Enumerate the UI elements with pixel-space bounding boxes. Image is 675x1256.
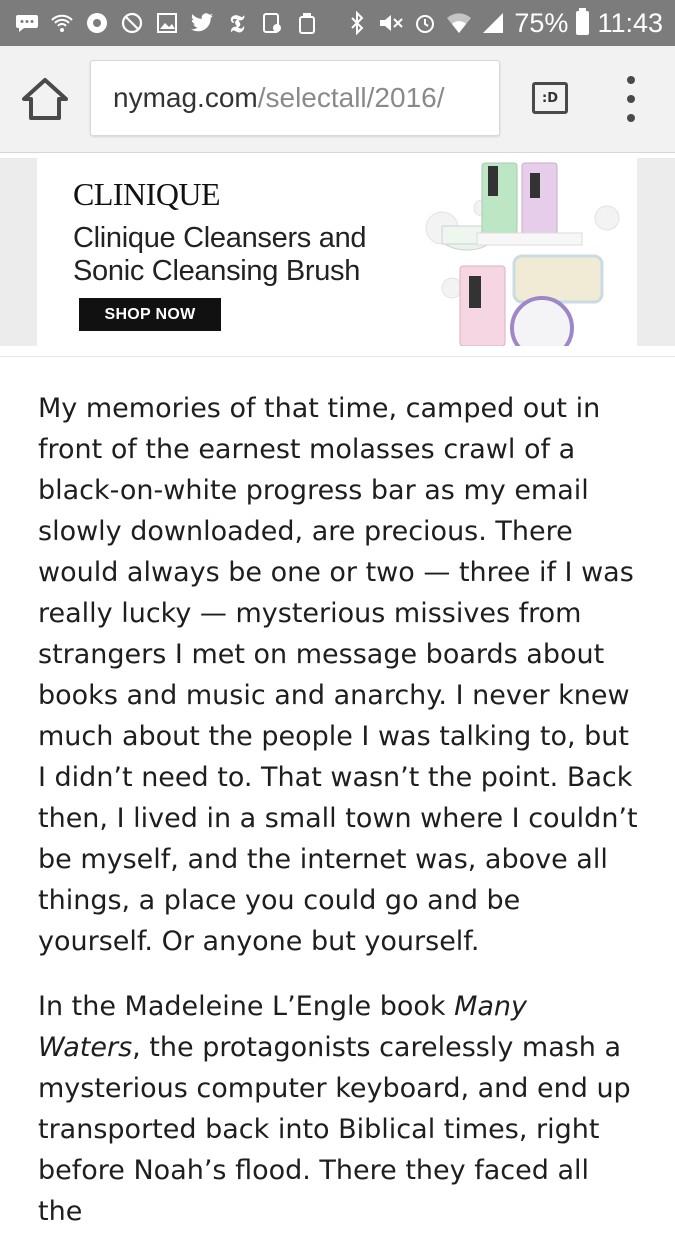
ad-banner[interactable]: CLINIQUE Clinique Cleansers and Sonic Cl… — [37, 158, 637, 346]
nytimes-icon: 𝕿 — [229, 8, 245, 38]
clock: 11:43 — [597, 7, 663, 38]
ad-banner-container: CLINIQUE Clinique Cleansers and Sonic Cl… — [0, 158, 675, 346]
battery-icon — [576, 8, 590, 35]
article-paragraph: My memories of that time, camped out in … — [38, 393, 638, 957]
alarm-icon — [412, 10, 438, 36]
wifi-calling-icon — [49, 10, 75, 36]
screenshot-icon — [259, 10, 285, 36]
battery-percent: 75% — [514, 7, 569, 38]
recycle-icon — [294, 10, 320, 36]
mute-icon — [378, 10, 404, 36]
settings-icon — [84, 10, 110, 36]
paragraph-text: In the Madeleine L’Engle book — [38, 991, 455, 1022]
overflow-menu-button[interactable] — [620, 76, 642, 122]
ad-brand-logo: CLINIQUE — [73, 176, 221, 212]
ad-headline-line2: Sonic Cleansing Brush — [73, 255, 361, 287]
browser-toolbar: nymag.com/selectall/2016/ :D — [0, 46, 675, 153]
sync-icon — [119, 10, 145, 36]
menu-dot-icon — [627, 76, 635, 84]
message-icon — [14, 10, 40, 36]
wifi-icon — [446, 10, 472, 36]
home-icon — [22, 78, 68, 120]
signal-icon — [480, 10, 506, 36]
tab-switcher-button[interactable]: :D — [532, 82, 568, 114]
article-paragraph: In the Madeleine L’Engle book Many Water… — [38, 986, 638, 1232]
home-button[interactable] — [20, 76, 70, 124]
system-icons: 75% 11:43 — [344, 0, 663, 46]
menu-dot-icon — [627, 95, 635, 103]
status-bar: 𝕿 75% 11:43 — [0, 0, 675, 46]
ad-shop-now-button[interactable]: SHOP NOW — [79, 298, 221, 331]
bluetooth-icon — [344, 10, 370, 36]
address-bar[interactable]: nymag.com/selectall/2016/ — [90, 60, 500, 136]
image-icon — [154, 10, 180, 36]
twitter-icon — [189, 10, 215, 36]
ad-headline-line1: Clinique Cleansers and — [73, 222, 367, 254]
notification-icons: 𝕿 — [14, 0, 320, 46]
url-path: /selectall/2016/ — [257, 82, 445, 113]
article-body: My memories of that time, camped out in … — [38, 388, 638, 1256]
url-text[interactable]: nymag.com/selectall/2016/ — [113, 82, 445, 114]
divider — [0, 356, 675, 357]
url-domain: nymag.com — [113, 82, 258, 113]
menu-dot-icon — [627, 114, 635, 122]
ad-product-image — [425, 162, 620, 346]
